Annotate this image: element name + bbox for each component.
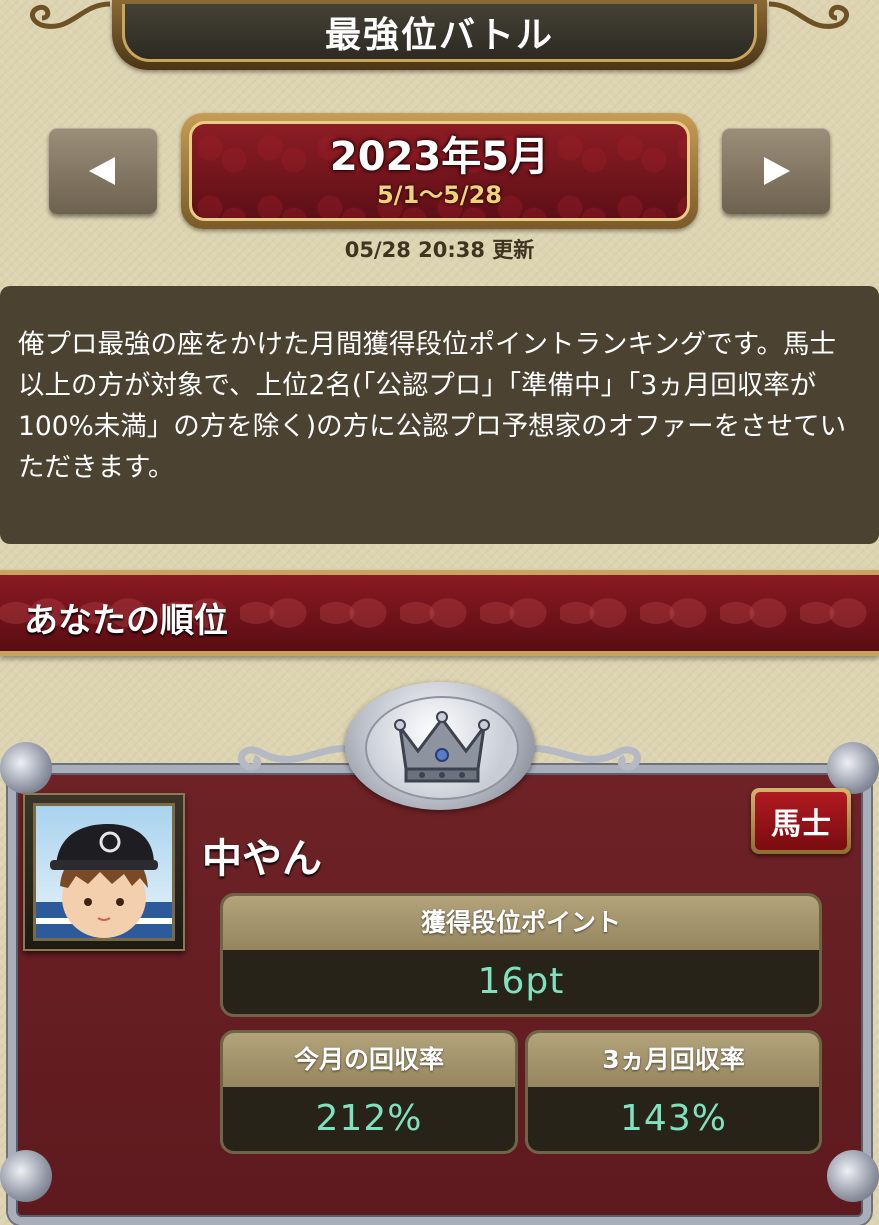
points-value: 16pt: [477, 961, 565, 1002]
page-header: 最強位バトル: [112, 0, 767, 70]
rank-badge: 馬士: [751, 788, 851, 854]
section-title: あなたの順位: [24, 601, 228, 641]
points-stat: 獲得段位ポイント 16pt: [220, 893, 822, 1017]
period-range: 5/1〜5/28: [376, 181, 503, 209]
avatar-frame[interactable]: [23, 793, 185, 951]
points-label: 獲得段位ポイント: [223, 896, 819, 950]
month-recovery-label: 今月の回収率: [223, 1033, 515, 1087]
left-triangle-icon: [89, 157, 115, 185]
rank-badge-label: 馬士: [755, 792, 847, 850]
player-name: 中やん: [202, 836, 322, 882]
month-display: 2023年5月 5/1〜5/28: [181, 113, 698, 229]
ornament-left-icon: [29, 1, 111, 29]
ornament-right-icon: [768, 1, 850, 29]
next-month-button[interactable]: [722, 128, 830, 214]
current-month: 2023年5月: [329, 134, 550, 180]
previous-month-button[interactable]: [49, 128, 157, 214]
month-recovery-stat: 今月の回収率 212%: [220, 1030, 518, 1154]
updated-timestamp: 05/28 20:38 更新: [344, 238, 535, 262]
right-triangle-icon: [764, 157, 790, 185]
user-avatar-icon: [36, 824, 172, 938]
silver-crown-icon: [394, 711, 490, 783]
page-title: 最強位バトル: [122, 4, 757, 62]
card-corner-ornament: [827, 1150, 879, 1202]
ranking-description: 俺プロ最強の座をかけた月間獲得段位ポイントランキングです。馬士以上の方が対象で、…: [0, 286, 879, 544]
avatar: [33, 803, 175, 941]
your-rank-banner: あなたの順位: [0, 570, 879, 656]
card-corner-ornament: [0, 1150, 52, 1202]
three-month-recovery-value: 143%: [620, 1098, 727, 1139]
month-recovery-value: 212%: [315, 1098, 423, 1139]
three-month-recovery-label: 3ヵ月回収率: [528, 1033, 819, 1087]
three-month-recovery-stat: 3ヵ月回収率 143%: [525, 1030, 822, 1154]
